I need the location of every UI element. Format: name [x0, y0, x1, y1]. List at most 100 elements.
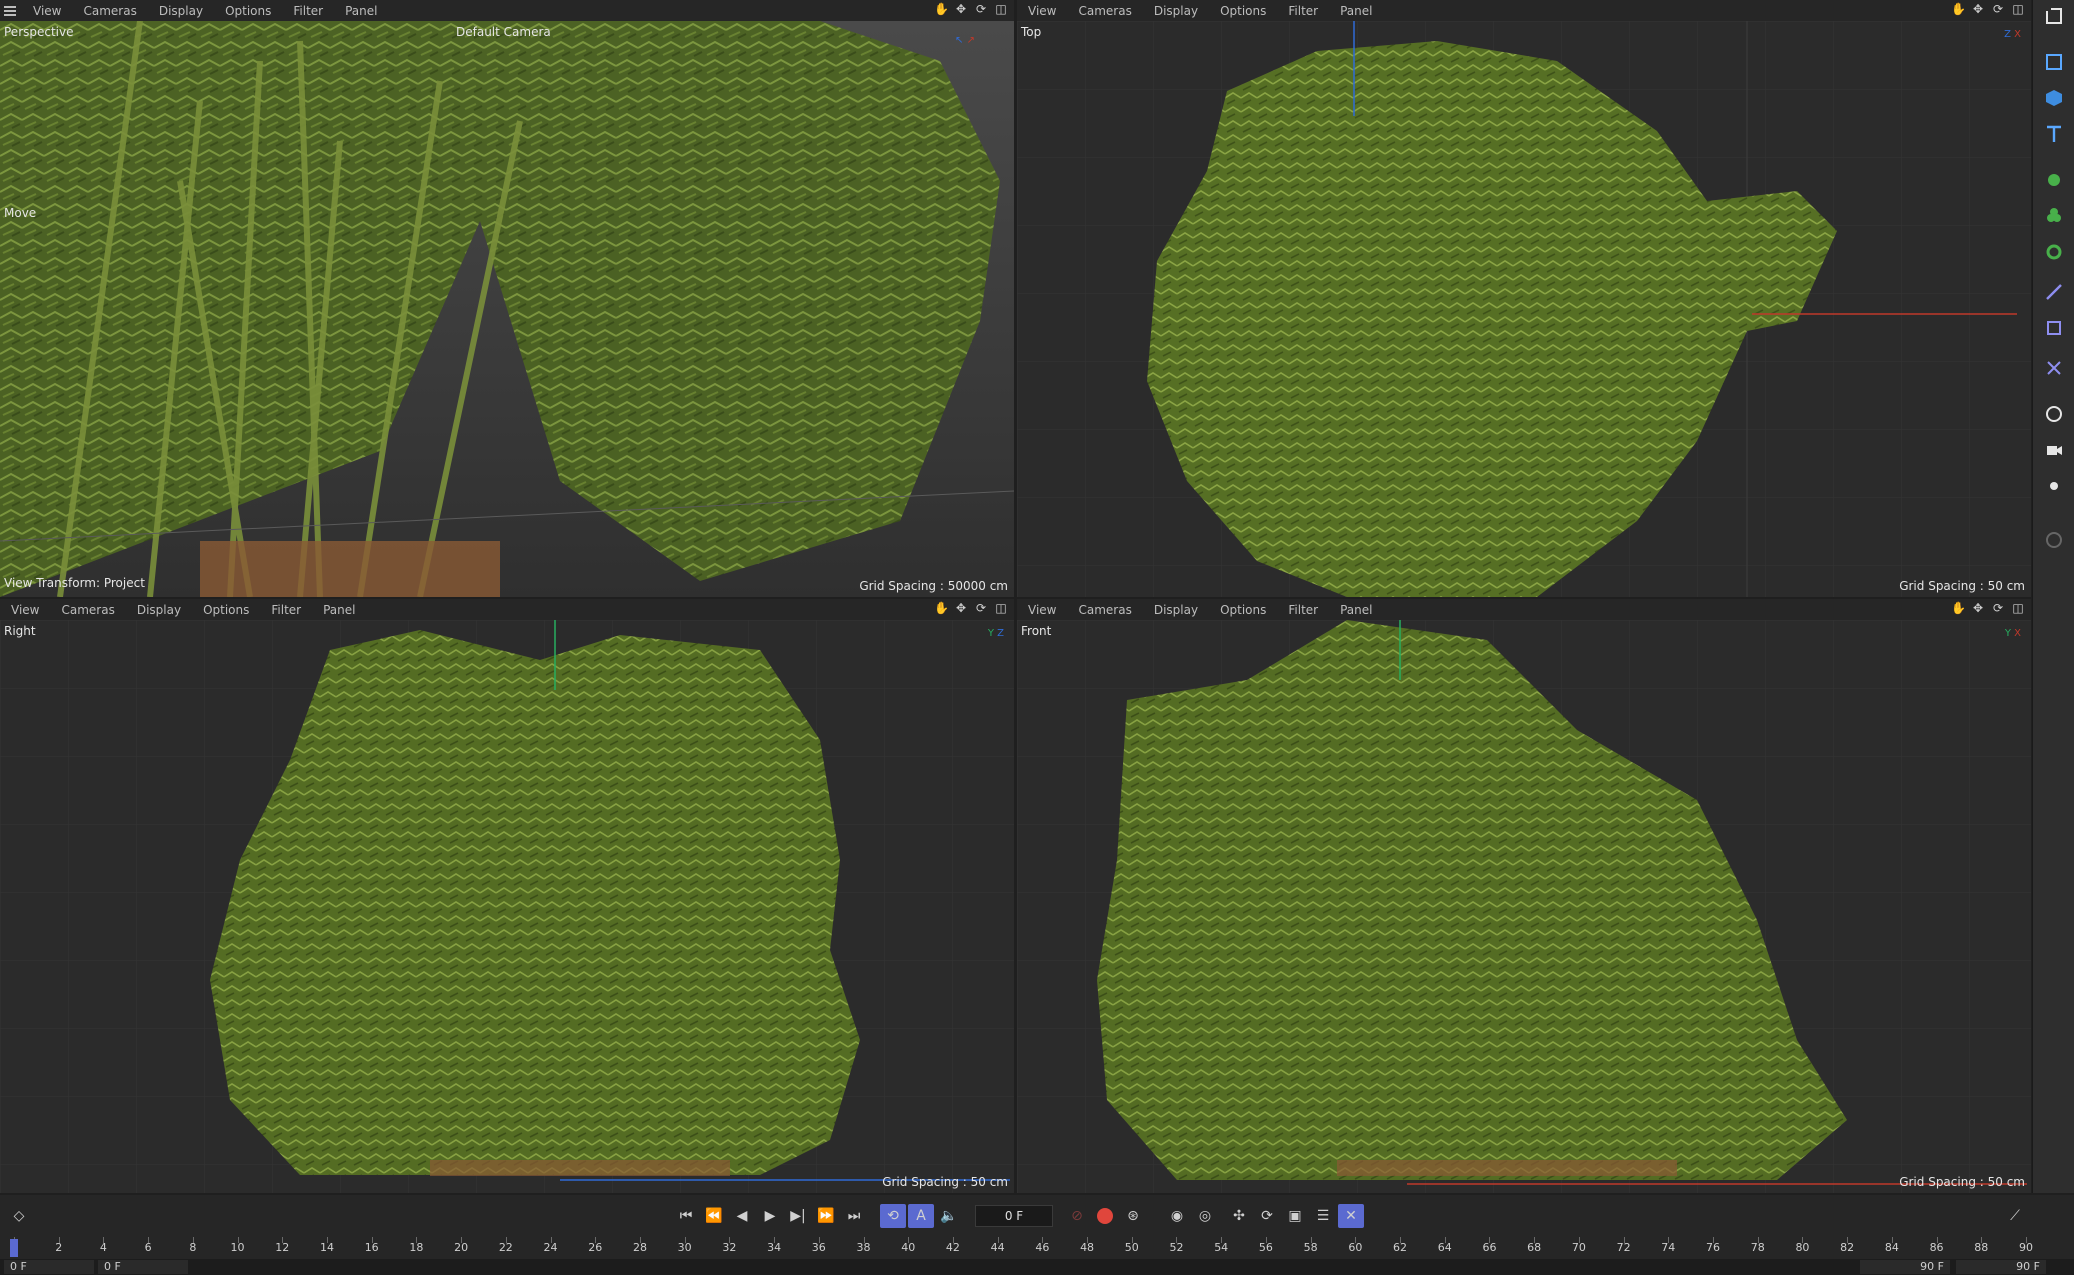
- ruler-tick-label: 10: [230, 1241, 245, 1254]
- maximize-view-icon[interactable]: ◫: [2011, 2, 2025, 16]
- menu-cameras[interactable]: Cameras: [50, 603, 125, 617]
- menu-panel[interactable]: Panel: [334, 4, 388, 18]
- environment-icon[interactable]: [2040, 400, 2068, 428]
- field-icon[interactable]: [2040, 354, 2068, 382]
- preview-start-field[interactable]: 0 F: [98, 1260, 188, 1274]
- light-icon[interactable]: [2040, 472, 2068, 500]
- maximize-view-icon[interactable]: ◫: [2011, 601, 2025, 615]
- menu-filter[interactable]: Filter: [1277, 603, 1329, 617]
- pan-hand-icon[interactable]: ✋: [934, 2, 949, 16]
- deformer-icon[interactable]: [2040, 314, 2068, 342]
- start-frame-field[interactable]: 0 F: [4, 1260, 94, 1274]
- record-disabled-icon[interactable]: ⊘: [1064, 1204, 1090, 1228]
- camera-icon[interactable]: [2040, 436, 2068, 464]
- menu-view[interactable]: View: [1017, 603, 1067, 617]
- ruler-tick-label: 26: [588, 1241, 603, 1254]
- rotate-view-icon[interactable]: ⟳: [974, 2, 988, 16]
- text-icon[interactable]: [2040, 120, 2068, 148]
- menu-filter[interactable]: Filter: [1277, 4, 1329, 18]
- maximize-view-icon[interactable]: ◫: [994, 601, 1008, 615]
- viewport-name: Front: [1021, 624, 1052, 638]
- menu-display[interactable]: Display: [1143, 603, 1209, 617]
- generator-icon[interactable]: [2040, 166, 2068, 194]
- rotate-view-icon[interactable]: ⟳: [974, 601, 988, 615]
- menu-cameras[interactable]: Cameras: [1067, 603, 1142, 617]
- move-view-icon[interactable]: ✥: [1971, 601, 1985, 615]
- view-icon[interactable]: [2040, 2, 2068, 30]
- key-pla-button[interactable]: ▣: [1282, 1204, 1308, 1228]
- move-view-icon[interactable]: ✥: [954, 2, 968, 16]
- main-menu-icon[interactable]: [4, 5, 22, 16]
- perspective-canvas[interactable]: Perspective Default Camera Move View Tra…: [0, 21, 1014, 597]
- menu-display[interactable]: Display: [148, 4, 214, 18]
- menu-cameras[interactable]: Cameras: [72, 4, 147, 18]
- menu-display[interactable]: Display: [1143, 4, 1209, 18]
- pan-hand-icon[interactable]: ✋: [934, 601, 949, 615]
- move-view-icon[interactable]: ✥: [954, 601, 968, 615]
- go-to-start-button[interactable]: ⏮: [673, 1204, 699, 1228]
- keyframe-diamond-icon[interactable]: ◇: [6, 1204, 32, 1228]
- maximize-view-icon[interactable]: ◫: [994, 2, 1008, 16]
- menu-cameras[interactable]: Cameras: [1067, 4, 1142, 18]
- cloner-icon[interactable]: [2040, 202, 2068, 230]
- record-keys-button[interactable]: ⊛: [1120, 1204, 1146, 1228]
- right-canvas[interactable]: Right Grid Spacing : 50 cm Y Z: [0, 620, 1014, 1193]
- next-key-button[interactable]: ⏩: [813, 1204, 839, 1228]
- menu-options[interactable]: Options: [214, 4, 282, 18]
- menu-filter[interactable]: Filter: [260, 603, 312, 617]
- go-to-end-button[interactable]: ⏭: [841, 1204, 867, 1228]
- viewport-perspective[interactable]: View Cameras Display Options Filter Pane…: [0, 0, 1014, 597]
- top-canvas[interactable]: Top Grid Spacing : 50 cm Z X: [1017, 21, 2031, 597]
- menu-options[interactable]: Options: [1209, 603, 1277, 617]
- menu-options[interactable]: Options: [1209, 4, 1277, 18]
- autokey-mode-button[interactable]: A: [908, 1204, 934, 1228]
- playhead[interactable]: [10, 1239, 18, 1257]
- previous-frame-button[interactable]: ◀: [729, 1204, 755, 1228]
- next-frame-button[interactable]: ▶|: [785, 1204, 811, 1228]
- interpolation-button[interactable]: ✕: [1338, 1204, 1364, 1228]
- preview-end-field[interactable]: 90 F: [1860, 1260, 1950, 1274]
- play-button[interactable]: ▶: [757, 1204, 783, 1228]
- spline-icon[interactable]: [2040, 278, 2068, 306]
- camera-label[interactable]: Default Camera: [456, 25, 551, 39]
- frame-range-bar: 0 F 0 F 90 F 90 F: [0, 1259, 2074, 1275]
- menu-options[interactable]: Options: [192, 603, 260, 617]
- key-rotation-button[interactable]: ◎: [1192, 1204, 1218, 1228]
- current-frame-field[interactable]: 0 F: [975, 1205, 1053, 1227]
- sound-icon[interactable]: 🔈: [936, 1204, 962, 1228]
- pen-icon[interactable]: [2040, 526, 2068, 554]
- viewport-top[interactable]: View Cameras Display Options Filter Pane…: [1017, 0, 2031, 597]
- viewport-menubar: View Cameras Display Options Filter Pane…: [1017, 599, 2031, 620]
- key-position-button[interactable]: ◉: [1164, 1204, 1190, 1228]
- loop-toggle-button[interactable]: ⟲: [880, 1204, 906, 1228]
- rotate-view-icon[interactable]: ⟳: [1991, 601, 2005, 615]
- menu-view[interactable]: View: [1017, 4, 1067, 18]
- menu-view[interactable]: View: [22, 4, 72, 18]
- pan-hand-icon[interactable]: ✋: [1951, 2, 1966, 16]
- menu-panel[interactable]: Panel: [312, 603, 366, 617]
- frame-ruler[interactable]: 0246810121416182022242628303234363840424…: [0, 1237, 2074, 1259]
- autokeying-button[interactable]: [1092, 1204, 1118, 1228]
- timeline-options-button[interactable]: ☰: [1310, 1204, 1336, 1228]
- cube-primitive-icon[interactable]: [2040, 48, 2068, 76]
- end-frame-field[interactable]: 90 F: [1956, 1260, 2046, 1274]
- menu-panel[interactable]: Panel: [1329, 4, 1383, 18]
- move-view-icon[interactable]: ✥: [1971, 2, 1985, 16]
- ruler-tick-label: 50: [1124, 1241, 1139, 1254]
- cube-icon[interactable]: [2040, 84, 2068, 112]
- f-curve-icon[interactable]: ⟋: [2002, 1204, 2028, 1228]
- menu-panel[interactable]: Panel: [1329, 603, 1383, 617]
- viewport-front[interactable]: View Cameras Display Options Filter Pane…: [1017, 599, 2031, 1193]
- key-scale-button[interactable]: ✣: [1226, 1204, 1252, 1228]
- front-canvas[interactable]: Front Grid Spacing : 50 cm Y X: [1017, 620, 2031, 1193]
- rotate-view-icon[interactable]: ⟳: [1991, 2, 2005, 16]
- key-param-button[interactable]: ⟳: [1254, 1204, 1280, 1228]
- viewport-right[interactable]: View Cameras Display Options Filter Pane…: [0, 599, 1014, 1193]
- menu-filter[interactable]: Filter: [282, 4, 334, 18]
- gear-icon[interactable]: [2040, 238, 2068, 266]
- menu-display[interactable]: Display: [126, 603, 192, 617]
- pan-hand-icon[interactable]: ✋: [1951, 601, 1966, 615]
- menu-view[interactable]: View: [0, 603, 50, 617]
- previous-key-button[interactable]: ⏪: [701, 1204, 727, 1228]
- ruler-tick-label: 2: [55, 1241, 63, 1254]
